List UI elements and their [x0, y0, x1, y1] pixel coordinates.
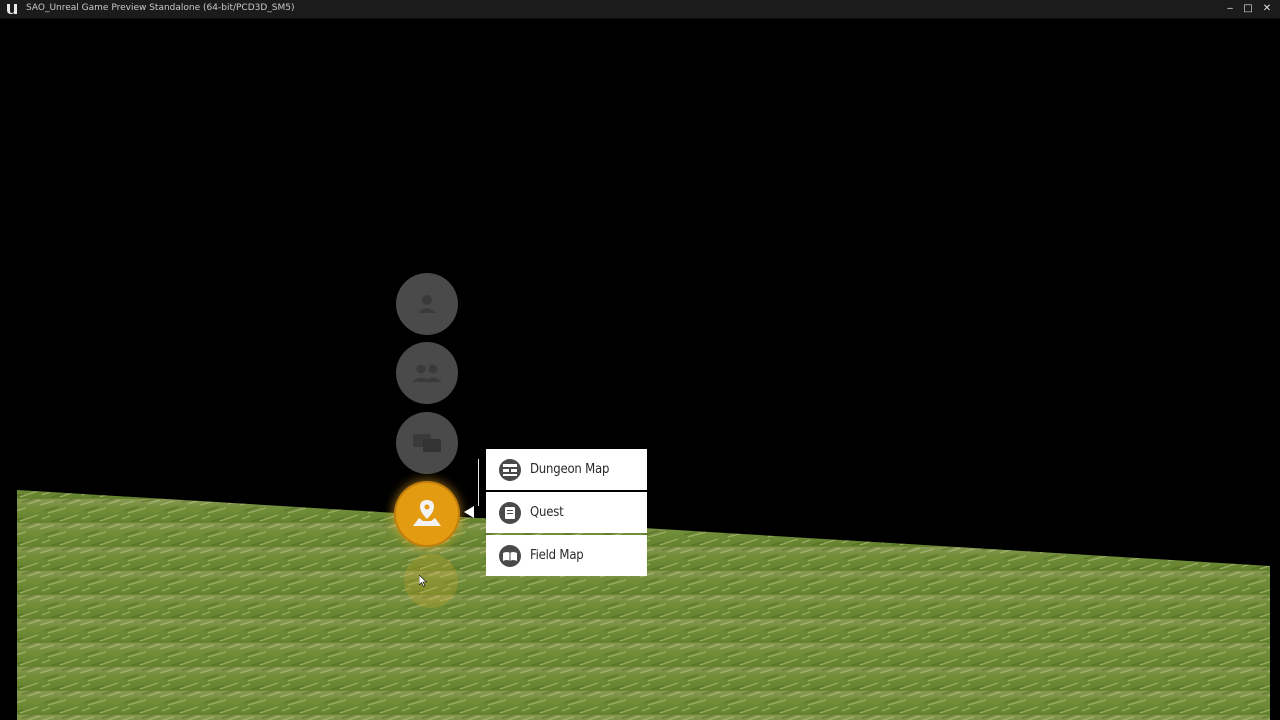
mouse-cursor-icon	[419, 575, 427, 587]
map-pin-icon	[413, 500, 441, 526]
close-button[interactable]: ✕	[1259, 2, 1275, 15]
maximize-icon: □	[1243, 3, 1253, 14]
submenu-item-quest[interactable]: Quest	[486, 492, 647, 533]
submenu-item-label: Field Map	[530, 548, 584, 563]
game-viewport[interactable]: Dungeon Map Quest Field Map	[0, 19, 1280, 720]
submenu-pointer-arrow	[464, 506, 474, 518]
window-title-bar: SAO_Unreal Game Preview Standalone (64-b…	[0, 0, 1280, 19]
submenu-item-dungeon-map[interactable]: Dungeon Map	[486, 449, 647, 490]
unreal-logo-icon	[7, 4, 17, 14]
chat-icon	[413, 434, 441, 452]
close-icon: ✕	[1262, 3, 1272, 14]
ring-menu-chat-button[interactable]	[396, 412, 458, 474]
minimize-icon: ‒	[1226, 3, 1234, 14]
submenu-item-label: Dungeon Map	[530, 462, 610, 477]
ring-menu-party-button[interactable]	[396, 342, 458, 404]
submenu-connector-line	[478, 459, 479, 506]
dungeon-map-icon	[499, 458, 521, 481]
party-icon	[412, 364, 442, 382]
minimize-button[interactable]: ‒	[1222, 2, 1238, 15]
window-title: SAO_Unreal Game Preview Standalone (64-b…	[26, 3, 295, 13]
grass-ground-plane	[17, 490, 1270, 720]
quest-icon	[499, 501, 521, 524]
user-icon	[418, 295, 436, 313]
ring-menu-map-button[interactable]	[396, 483, 458, 545]
field-map-icon	[499, 544, 521, 567]
ring-menu-highlight-glow	[404, 554, 458, 608]
submenu-item-label: Quest	[530, 505, 564, 520]
maximize-button[interactable]: □	[1240, 2, 1256, 15]
submenu-item-field-map[interactable]: Field Map	[486, 535, 647, 576]
map-submenu: Dungeon Map Quest Field Map	[486, 449, 647, 578]
ring-menu-user-button[interactable]	[396, 273, 458, 335]
